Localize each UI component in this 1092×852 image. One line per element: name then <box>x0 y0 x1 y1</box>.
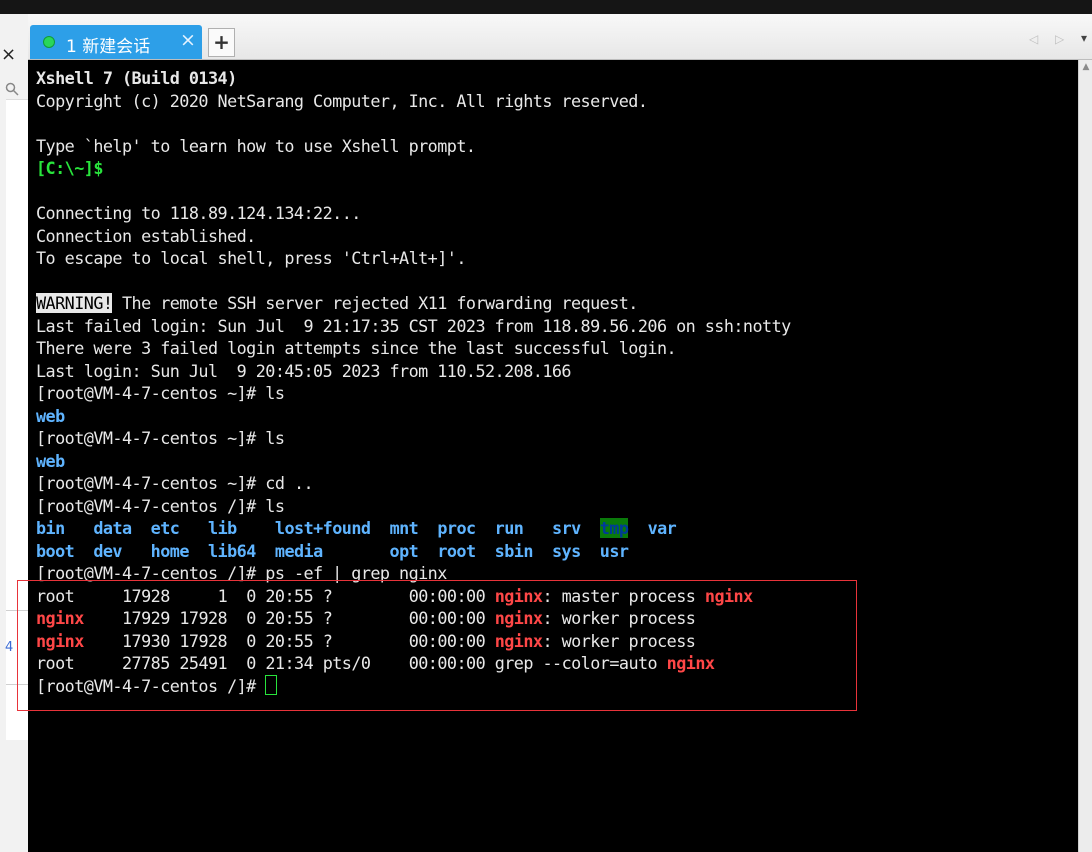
dir-entry: sys <box>551 540 581 561</box>
left-panel: × 4 <box>0 14 29 852</box>
tab-menu-icon[interactable]: ▾ <box>1081 31 1087 45</box>
command-line: [root@VM-4-7-centos /]# ls <box>36 495 285 516</box>
dir-entry: boot <box>36 540 75 561</box>
dir-entry: data <box>93 518 132 538</box>
dir-entry: tmp <box>599 518 629 538</box>
next-tab-icon[interactable]: ▷ <box>1055 32 1064 46</box>
dir-entry: lib <box>208 518 237 538</box>
close-icon[interactable]: × <box>1 44 16 65</box>
command-line: [root@VM-4-7-centos ~]# ls <box>36 383 285 403</box>
dir-listing-row: boot dev home lib64 media opt root sbin … <box>36 540 791 563</box>
dir-entry: media <box>274 540 323 561</box>
dir-entry: mnt <box>389 518 419 538</box>
dir-entry: srv <box>552 518 581 538</box>
tab-session-1[interactable]: 1 新建会话 × <box>30 25 202 59</box>
terminal-title: Xshell 7 (Build 0134) <box>36 68 237 88</box>
login-line: There were 3 failed login attempts since… <box>36 338 677 358</box>
copyright-line: Copyright (c) 2020 NetSarang Computer, I… <box>36 90 648 111</box>
vertical-scrollbar[interactable]: ▲ <box>1078 60 1092 852</box>
dir-entry: etc <box>150 518 180 538</box>
close-tab-icon[interactable]: × <box>180 29 196 51</box>
dir-entry: sbin <box>494 540 534 561</box>
command-line: [root@VM-4-7-centos ~]# cd .. <box>36 473 314 493</box>
left-panel-number: 4 <box>5 640 14 655</box>
local-prompt: [C:\~]$ <box>36 158 103 178</box>
command-line: [root@VM-4-7-centos ~]# ls <box>36 428 285 448</box>
dir-entry: bin <box>36 518 65 538</box>
scroll-up-icon[interactable]: ▲ <box>1079 62 1092 72</box>
warning-badge: WARNING! <box>36 293 113 313</box>
search-icon[interactable] <box>5 82 19 100</box>
connected-status-icon <box>43 36 55 48</box>
add-tab-button[interactable]: + <box>208 28 235 57</box>
connect-line: Connecting to 118.89.124.134:22... <box>36 203 361 223</box>
prev-tab-icon[interactable]: ◁ <box>1029 32 1038 46</box>
help-line: Type `help' to learn how to use Xshell p… <box>36 135 476 156</box>
dir-entry: lost+found <box>274 518 371 538</box>
dir-entry: root <box>437 540 476 561</box>
dir-entry: home <box>150 540 190 561</box>
tab-bar: 1 新建会话 × + ◁ ▷ ▾ <box>28 14 1092 60</box>
connect-line: To escape to local shell, press 'Ctrl+Al… <box>36 248 466 268</box>
dir-entry: lib64 <box>208 540 256 561</box>
dir-entry: dev <box>93 540 122 561</box>
dir-entry: proc <box>437 518 476 538</box>
connect-line: Connection established. <box>36 225 256 246</box>
dir-entry: run <box>494 518 524 538</box>
ls-output: web <box>36 450 65 471</box>
ls-output: web <box>36 405 65 426</box>
login-line: Last failed login: Sun Jul 9 21:17:35 CS… <box>36 315 791 336</box>
dir-listing-row: bin data etc lib lost+found mnt proc run… <box>36 517 791 540</box>
login-line: Last login: Sun Jul 9 20:45:05 2023 from… <box>36 360 572 381</box>
dir-entry: var <box>647 518 677 538</box>
warning-line: WARNING! The remote SSH server rejected … <box>36 293 638 313</box>
dir-entry: opt <box>389 540 419 561</box>
terminal-view[interactable]: Xshell 7 (Build 0134) Copyright (c) 2020 … <box>28 60 1078 852</box>
dir-entry: usr <box>599 540 629 561</box>
highlight-box <box>17 580 857 711</box>
top-strip <box>0 0 1092 14</box>
tab-label: 1 新建会话 <box>66 37 151 57</box>
